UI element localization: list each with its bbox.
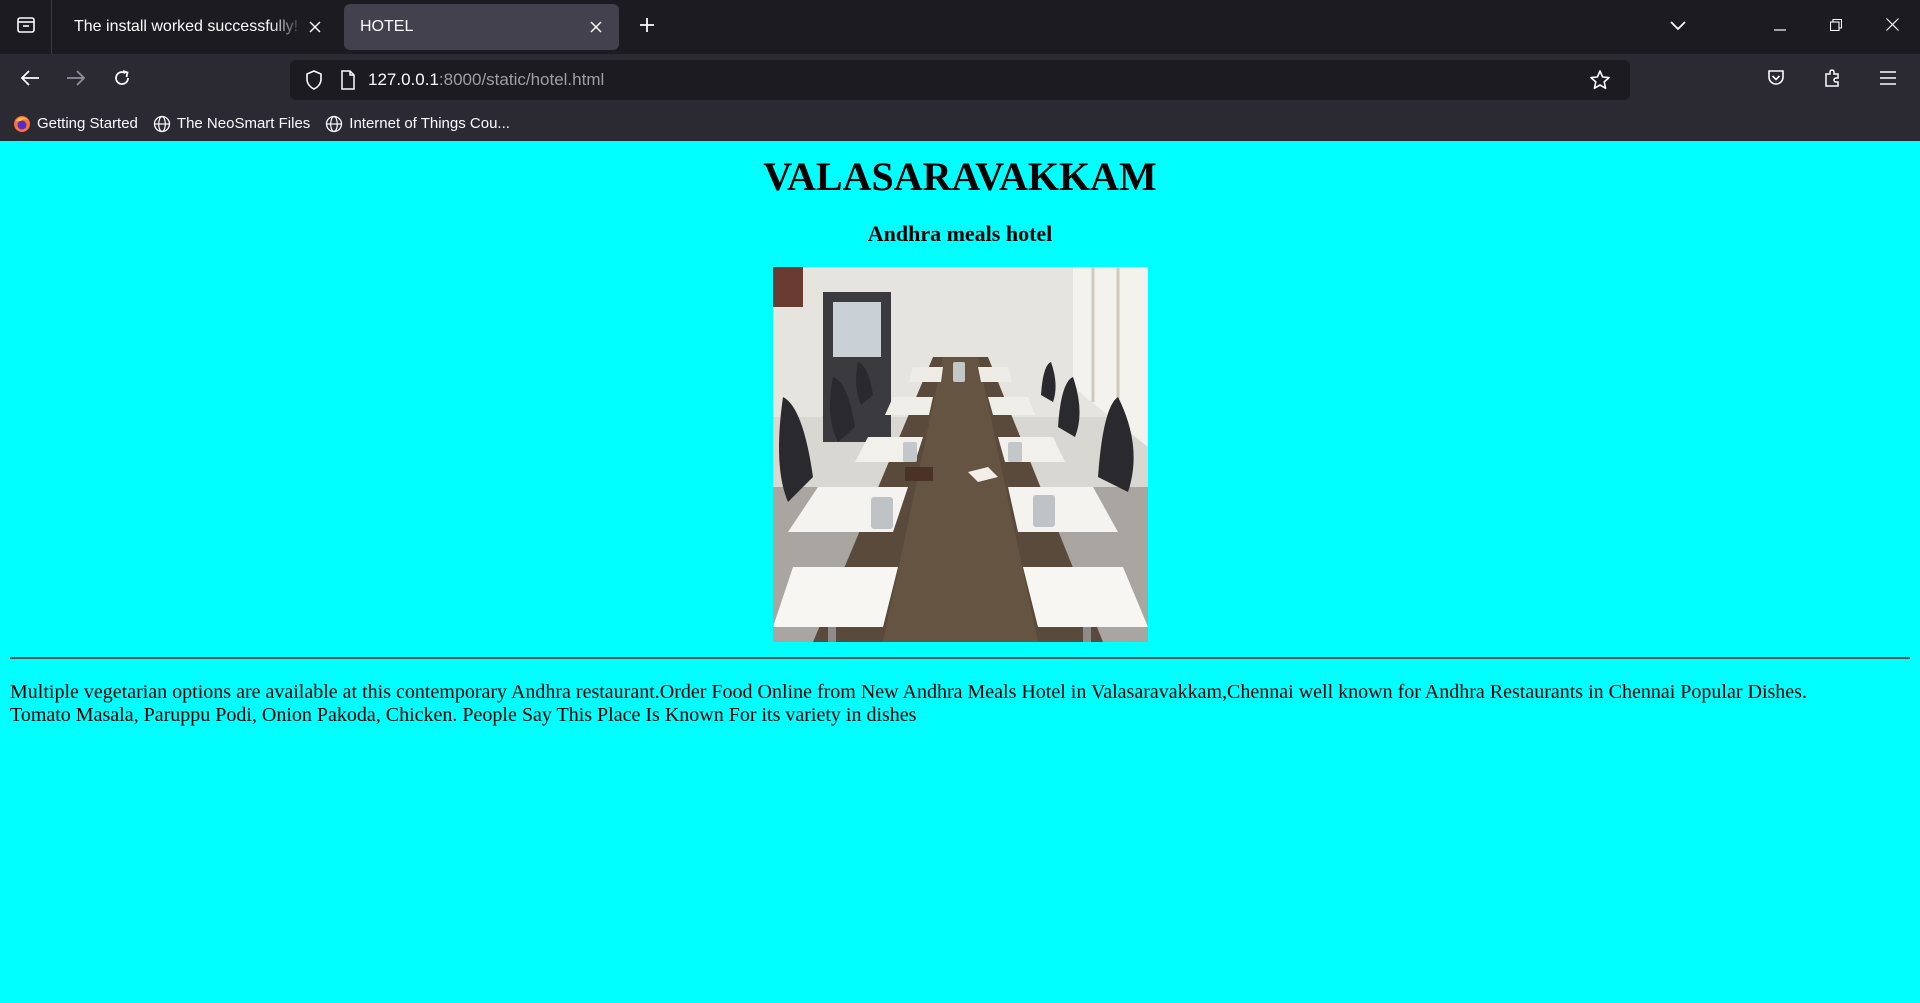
tab-manager-button[interactable] (0, 0, 52, 54)
tab-title: The install worked successfully! Congrat… (74, 18, 304, 35)
page-content: VALASARAVAKKAM Andhra meals hotel Multip… (0, 141, 1920, 1003)
minimize-icon (1774, 18, 1786, 36)
bookmark-getting-started[interactable]: Getting Started (12, 114, 138, 134)
description-line-2: Tomato Masala, Paruppu Podi, Onion Pakod… (10, 704, 917, 726)
globe-icon (324, 114, 344, 134)
globe-icon (152, 114, 172, 134)
hamburger-menu-icon (1879, 70, 1897, 91)
url-text[interactable]: 127.0.0.1:8000/static/hotel.html (368, 70, 1586, 90)
restaurant-photo (772, 267, 1148, 642)
page-title: VALASARAVAKKAM (763, 154, 1157, 199)
restore-icon (1829, 18, 1843, 36)
bookmarks-toolbar: Getting Started The NeoSmart Files Inter… (0, 106, 1920, 141)
back-arrow-icon (20, 69, 40, 92)
back-button[interactable] (8, 58, 52, 102)
forward-button[interactable] (54, 58, 98, 102)
plus-icon (638, 16, 656, 39)
shield-icon[interactable] (300, 66, 328, 94)
minimize-button[interactable] (1752, 0, 1808, 54)
browser-chrome: The install worked successfully! Congrat… (0, 0, 1920, 141)
url-host: 127.0.0.1 (368, 70, 439, 89)
close-tab-icon[interactable] (304, 16, 326, 38)
close-tab-icon[interactable] (585, 16, 607, 38)
extensions-button[interactable] (1810, 58, 1854, 102)
bookmark-label: Internet of Things Cou... (349, 115, 510, 132)
list-all-tabs-button[interactable] (1650, 0, 1706, 54)
close-icon (1885, 18, 1899, 36)
new-tab-button[interactable] (627, 7, 667, 47)
bookmark-label: The NeoSmart Files (176, 115, 311, 132)
image-container (0, 267, 1920, 647)
reload-icon (112, 68, 132, 93)
pocket-icon (1766, 68, 1786, 93)
page-icon[interactable] (334, 66, 362, 94)
navigation-toolbar: 127.0.0.1:8000/static/hotel.html (0, 54, 1920, 106)
tab-bar: The install worked successfully! Congrat… (0, 0, 1920, 54)
firefox-icon (12, 114, 32, 134)
tab-hotel[interactable]: HOTEL (344, 4, 619, 50)
description: Multiple vegetarian options are availabl… (10, 681, 1910, 727)
window-controls (1650, 0, 1920, 54)
restore-button[interactable] (1808, 0, 1864, 54)
url-path: :8000/static/hotel.html (438, 70, 605, 89)
reload-button[interactable] (100, 58, 144, 102)
bookmark-star-icon[interactable] (1586, 66, 1614, 94)
tab-title: HOTEL (360, 18, 414, 35)
pocket-button[interactable] (1754, 58, 1798, 102)
menu-button[interactable] (1866, 58, 1910, 102)
bookmark-neosmart-files[interactable]: The NeoSmart Files (152, 114, 310, 134)
divider (10, 657, 1910, 659)
bookmark-label: Getting Started (37, 115, 138, 132)
chevron-down-icon (1670, 18, 1686, 36)
bookmark-internet-of-things[interactable]: Internet of Things Cou... (324, 114, 510, 134)
close-window-button[interactable] (1864, 0, 1920, 54)
description-line-1: Multiple vegetarian options are availabl… (10, 681, 1807, 703)
page-subtitle: Andhra meals hotel (867, 221, 1053, 246)
puzzle-icon (1822, 68, 1842, 93)
toolbar-right (1742, 58, 1910, 102)
forward-arrow-icon (66, 69, 86, 92)
address-bar[interactable]: 127.0.0.1:8000/static/hotel.html (290, 60, 1630, 100)
tab-list-icon (16, 15, 36, 40)
tab-install-worked[interactable]: The install worked successfully! Congrat… (58, 4, 338, 50)
